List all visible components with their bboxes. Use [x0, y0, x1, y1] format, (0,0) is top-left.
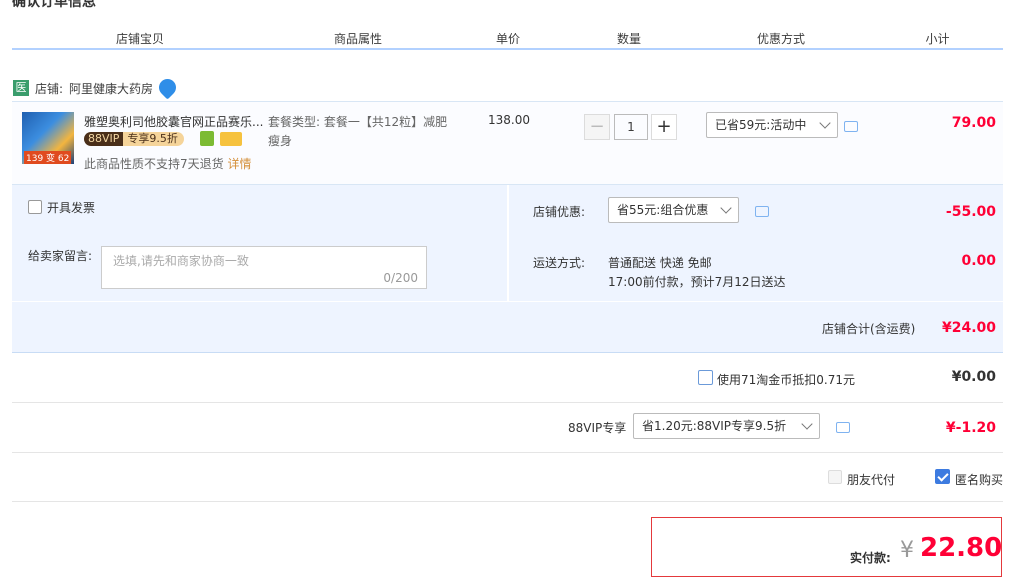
divider	[12, 402, 1003, 403]
unit-price: 138.00	[488, 113, 530, 127]
card-icon	[220, 132, 242, 146]
shop-discount-select[interactable]: 省55元:组合优惠	[608, 197, 739, 223]
shipping-method: 普通配送 快递 免邮	[608, 256, 712, 270]
quantity-minus-button[interactable]: −	[584, 114, 610, 140]
vip-row-label: 88VIP专享	[568, 421, 627, 435]
wangwang-icon[interactable]	[155, 75, 180, 100]
chevron-down-icon	[801, 418, 813, 430]
col-subtotal: 小计	[925, 32, 950, 46]
message-counter: 0/200	[383, 271, 418, 285]
comment-icon[interactable]	[844, 121, 858, 132]
col-shop-item: 店铺宝贝	[115, 32, 164, 46]
coins-checkbox[interactable]	[698, 370, 713, 385]
shop-discount-amount: -55.00	[945, 204, 996, 220]
col-unit-price: 单价	[495, 32, 520, 46]
quantity-plus-button[interactable]: +	[651, 114, 677, 140]
thumbnail-price-text: 139 变 62	[24, 151, 72, 164]
vip-discount-select[interactable]: 省1.20元:88VIP专享9.5折	[633, 413, 820, 439]
shop-label: 店铺:	[35, 82, 64, 96]
col-attributes: 商品属性	[333, 32, 382, 46]
payment-currency: ¥	[900, 538, 914, 563]
shop-icon: 医	[13, 80, 29, 96]
shipping-label: 运送方式:	[533, 256, 586, 270]
quantity-input[interactable]: 1	[614, 114, 648, 140]
shop-name[interactable]: 阿里健康大药房	[69, 80, 153, 97]
col-quantity: 数量	[616, 32, 641, 46]
invoice-checkbox[interactable]	[28, 200, 42, 214]
column-header: 店铺宝贝 商品属性 单价 数量 优惠方式 小计	[12, 24, 1003, 72]
friend-pay-label: 朋友代付	[847, 473, 896, 487]
vip-label: 88VIP	[84, 132, 124, 146]
shipping-eta: 17:00前付款，预计7月12日送达	[608, 275, 786, 289]
page-title: 确认订单信息	[12, 0, 96, 10]
coins-label: 使用71淘金币抵扣0.71元	[717, 373, 855, 387]
notice-detail-link[interactable]: 详情	[227, 157, 251, 171]
payment-amount: 22.80	[920, 533, 1003, 563]
comment-icon[interactable]	[836, 422, 850, 433]
shop-discount-label: 店铺优惠:	[533, 205, 586, 219]
product-name[interactable]: 雅塑奥利司他胶囊官网正品赛乐...	[84, 113, 263, 130]
col-discount: 优惠方式	[756, 32, 805, 46]
anonymous-checkbox[interactable]	[935, 469, 950, 484]
vip-badge: 88VIP 专享9.5折	[84, 132, 184, 146]
message-placeholder: 选填,请先和商家协商一致	[113, 254, 249, 268]
product-attributes: 套餐类型: 套餐一【共12粒】减肥瘦身	[268, 115, 448, 148]
shop-total-amount: ¥24.00	[941, 320, 996, 336]
divider	[12, 501, 1003, 502]
vip-amount: ¥-1.20	[945, 420, 996, 436]
return-notice: 此商品性质不支持7天退货 详情	[84, 157, 252, 171]
message-label: 给卖家留言:	[28, 249, 93, 263]
invoice-label: 开具发票	[47, 201, 96, 215]
divider	[12, 452, 1003, 453]
friend-pay-checkbox[interactable]	[828, 470, 842, 484]
message-input[interactable]: 选填,请先和商家协商一致 0/200	[101, 246, 427, 289]
item-discount-select[interactable]: 已省59元:活动中	[706, 112, 838, 138]
comment-icon[interactable]	[755, 206, 769, 217]
vip-discount: 专享9.5折	[123, 132, 184, 146]
shipping-amount: 0.00	[961, 253, 996, 269]
payment-label: 实付款:	[850, 551, 891, 565]
service-icon	[200, 131, 214, 146]
chevron-down-icon	[720, 202, 732, 214]
anonymous-label: 匿名购买	[955, 473, 1004, 487]
item-subtotal: 79.00	[951, 115, 996, 131]
chevron-down-icon	[819, 117, 831, 129]
coins-amount: ¥0.00	[951, 369, 996, 385]
